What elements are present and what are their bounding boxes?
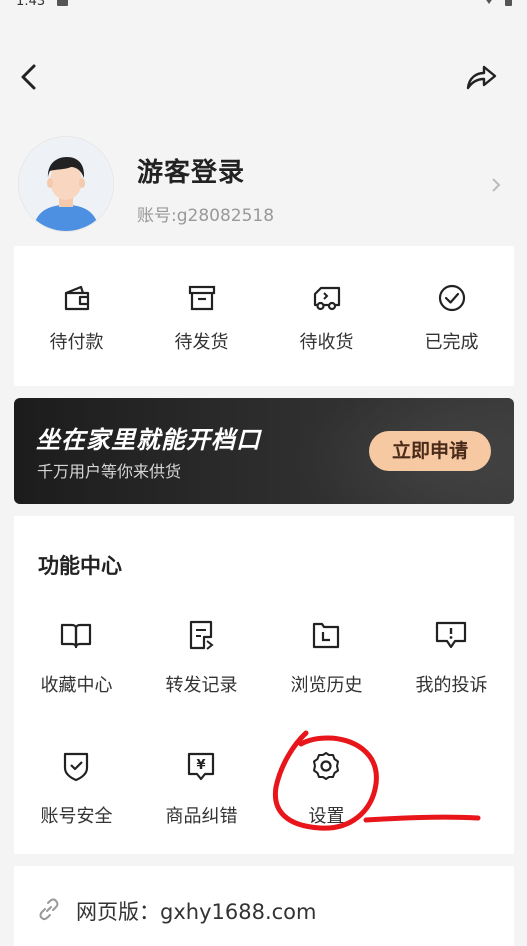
shield-icon <box>63 752 89 782</box>
banner-title: 坐在家里就能开档口 <box>36 426 261 454</box>
chevron-right-icon <box>492 178 501 192</box>
top-bar <box>0 50 527 106</box>
feature-forward-records[interactable]: 转发记录 <box>139 619 264 709</box>
features-title: 功能中心 <box>38 554 122 578</box>
order-label: 已完成 <box>424 332 479 353</box>
order-label: 待发货 <box>174 332 229 353</box>
feature-label: 我的投诉 <box>415 675 488 696</box>
order-completed[interactable]: 已完成 <box>389 246 514 386</box>
profile-account: 账号:g28082518 <box>137 206 275 226</box>
battery-icon <box>505 0 512 6</box>
history-icon <box>312 622 340 649</box>
wifi-icon <box>482 0 496 4</box>
avatar <box>19 137 113 231</box>
apply-now-button[interactable]: 立即申请 <box>369 431 491 471</box>
web-version-card[interactable]: 网页版：gxhy1688.com <box>14 866 514 946</box>
order-pending-payment[interactable]: 待付款 <box>14 246 139 386</box>
feature-favorites[interactable]: 收藏中心 <box>14 619 139 709</box>
status-time: 1:43 <box>16 0 46 9</box>
svg-text:¥: ¥ <box>196 758 205 773</box>
share-button[interactable] <box>462 60 500 94</box>
box-icon <box>188 285 216 311</box>
share-icon <box>466 65 497 90</box>
promo-banner[interactable]: 坐在家里就能开档口 千万用户等你来供货 立即申请 <box>14 398 514 504</box>
status-bar: 1:43 <box>0 0 527 14</box>
book-icon <box>60 623 92 649</box>
gear-icon <box>313 752 339 780</box>
feature-label: 设置 <box>308 806 345 827</box>
user-avatar-icon <box>19 137 113 231</box>
link-icon <box>39 898 59 921</box>
feature-browse-history[interactable]: 浏览历史 <box>264 619 389 709</box>
order-pending-shipment[interactable]: 待发货 <box>139 246 264 386</box>
orders-card: 待付款 待发货 待收货 已完成 <box>14 246 514 386</box>
back-button[interactable] <box>14 60 44 94</box>
complaint-icon <box>435 621 467 649</box>
feature-label: 商品纠错 <box>165 806 238 827</box>
order-label: 待收货 <box>299 332 354 353</box>
feature-label: 账号安全 <box>40 806 113 827</box>
order-pending-receipt[interactable]: 待收货 <box>264 246 389 386</box>
feature-label: 转发记录 <box>165 675 238 696</box>
forward-record-icon <box>189 620 214 650</box>
wallet-icon <box>64 285 90 311</box>
feature-account-security[interactable]: 账号安全 <box>14 750 139 840</box>
order-label: 待付款 <box>49 332 104 353</box>
feature-settings[interactable]: 设置 <box>264 750 389 840</box>
yuan-tag-icon: ¥ <box>187 752 215 781</box>
feature-product-correction[interactable]: ¥ 商品纠错 <box>139 750 264 840</box>
feature-my-complaints[interactable]: 我的投诉 <box>389 619 514 709</box>
feature-label: 收藏中心 <box>40 675 113 696</box>
web-version-label: 网页版：gxhy1688.com <box>76 900 317 924</box>
banner-subtitle: 千万用户等你来供货 <box>37 462 182 481</box>
truck-icon <box>313 286 341 311</box>
notification-app-icon <box>57 0 68 6</box>
feature-label: 浏览历史 <box>290 675 363 696</box>
back-arrow-icon <box>21 64 36 90</box>
profile-section[interactable]: 游客登录 账号:g28082518 <box>0 136 527 236</box>
features-card: 功能中心 收藏中心 转发记录 浏览历史 我的投诉 账号安全 ¥ 商品纠错 设置 <box>14 516 514 854</box>
check-circle-icon <box>438 284 466 312</box>
profile-name: 游客登录 <box>137 158 246 188</box>
